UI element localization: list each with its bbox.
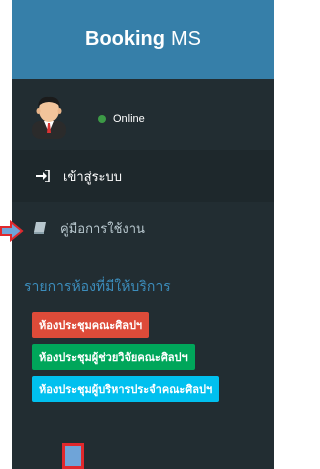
room-list: ห้องประชุมคณะศิลปฯ ห้องประชุมผู้ช่วยวิจั… (12, 306, 274, 402)
room-badge[interactable]: ห้องประชุมคณะศิลปฯ (32, 312, 150, 338)
sidebar: Booking MS Online เข้าสู่ระบบ คู่มือการใ… (12, 0, 274, 469)
app-title-bold: Booking (85, 28, 165, 50)
menu-item-label: คู่มือการใช้งาน (60, 221, 145, 237)
online-status: Online (98, 113, 145, 125)
highlight-marker (62, 443, 84, 469)
status-dot-icon (98, 115, 106, 123)
sign-in-icon (35, 170, 51, 182)
app-title-light: MS (171, 28, 201, 50)
user-panel: Online (12, 79, 274, 150)
menu-item-manual[interactable]: คู่มือการใช้งาน (12, 202, 274, 254)
menu-item-label: เข้าสู่ระบบ (63, 169, 123, 185)
room-badge[interactable]: ห้องประชุมผู้ช่วยวิจัยคณะศิลปฯ (32, 344, 195, 370)
app-title[interactable]: Booking MS (12, 0, 274, 79)
status-text: Online (113, 113, 145, 125)
rooms-heading: รายการห้องที่มีให้บริการ (24, 279, 171, 295)
menu-item-login[interactable]: เข้าสู่ระบบ (12, 150, 274, 202)
avatar (32, 96, 66, 139)
book-icon (32, 222, 48, 234)
pointer-arrow-icon (0, 220, 24, 242)
room-badge[interactable]: ห้องประชุมผู้บริหารประจำคณะศิลปฯ (32, 376, 220, 402)
